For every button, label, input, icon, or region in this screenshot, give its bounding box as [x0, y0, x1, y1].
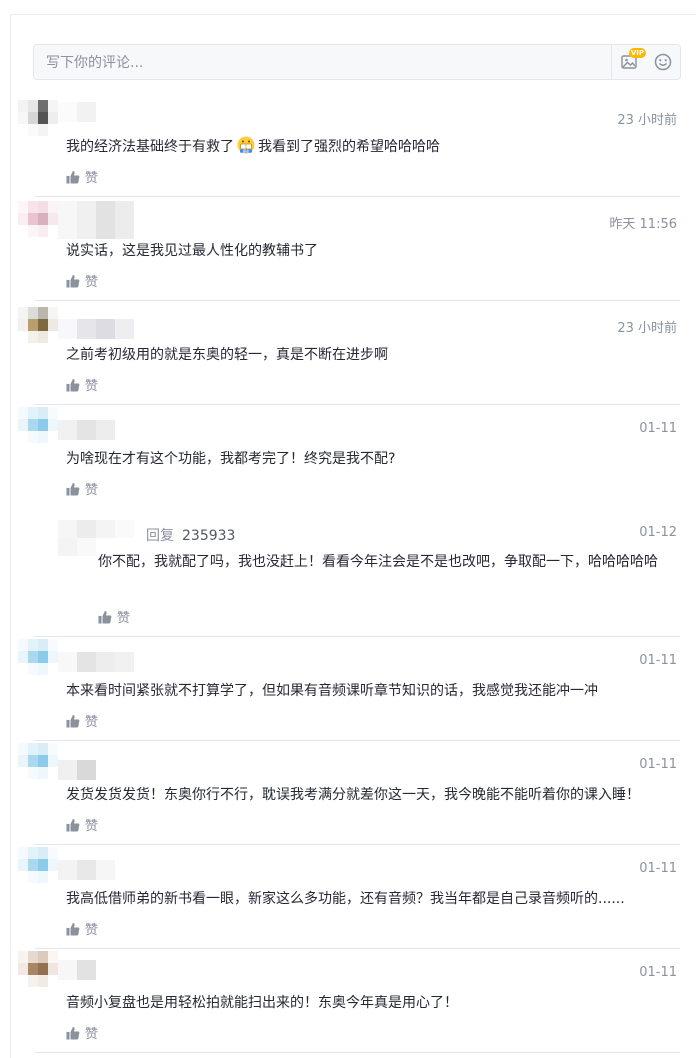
- username[interactable]: [58, 960, 96, 980]
- avatar[interactable]: [18, 307, 58, 343]
- like-button[interactable]: 赞: [66, 815, 98, 834]
- like-label: 赞: [85, 379, 99, 394]
- reply-to-label: 回复 235933: [146, 528, 236, 544]
- divider: [35, 404, 680, 405]
- username[interactable]: [58, 420, 115, 440]
- like-label: 赞: [85, 715, 99, 730]
- comment-text: 为啥现在才有这个功能，我都考完了！终究是我不配?: [66, 451, 396, 467]
- avatar[interactable]: [18, 951, 58, 987]
- like-label: 赞: [85, 275, 99, 290]
- comment-text: 我的经济法基础终于有救了 要命 我看到了强烈的希望哈哈哈哈: [66, 136, 440, 158]
- comment-input[interactable]: 写下你的评论... VIP: [33, 44, 681, 80]
- reply-avatar-lower: [58, 538, 96, 556]
- vip-badge: VIP: [628, 48, 646, 58]
- comment-time: 01-11: [639, 965, 677, 980]
- username[interactable]: [58, 652, 134, 672]
- svg-text:要命: 要命: [243, 148, 250, 153]
- like-label: 赞: [85, 1027, 99, 1042]
- like-label: 赞: [85, 483, 99, 498]
- like-button[interactable]: 赞: [66, 1023, 98, 1042]
- comment-text: 之前考初级用的就是东奥的轻一，真是不断在进步啊: [66, 347, 388, 363]
- like-button[interactable]: 赞: [66, 271, 98, 290]
- divider: [35, 740, 680, 741]
- avatar[interactable]: [18, 407, 58, 443]
- comment-time: 23 小时前: [617, 321, 677, 336]
- like-button[interactable]: 赞: [66, 479, 98, 498]
- divider: [35, 1052, 680, 1053]
- comment-time: 01-11: [639, 861, 677, 876]
- thumbs-up-icon: [66, 714, 80, 727]
- thumbs-up-icon: [66, 1026, 80, 1039]
- smile-icon[interactable]: [654, 53, 672, 71]
- comment-text: 我高低借师弟的新书看一眼，新家这么多功能，还有音频？我当年都是自己录音频听的..…: [66, 891, 625, 907]
- like-button[interactable]: 赞: [66, 375, 98, 394]
- avatar[interactable]: [18, 639, 58, 675]
- thumbs-up-icon: [66, 922, 80, 935]
- input-toolbar: VIP: [611, 45, 680, 79]
- like-button[interactable]: 赞: [66, 711, 98, 730]
- thumbs-up-icon: [66, 818, 80, 831]
- like-button[interactable]: 赞: [66, 167, 98, 186]
- thumbs-up-icon: [66, 378, 80, 391]
- comment-text: 本来看时间紧张就不打算学了，但如果有音频课听章节知识的话，我感觉我还能冲一冲: [66, 683, 598, 699]
- comment-time: 01-11: [639, 421, 677, 436]
- divider: [35, 196, 680, 197]
- comment-time: 01-11: [639, 653, 677, 668]
- reply-time: 01-12: [639, 525, 677, 540]
- comment-time: 昨天 11:56: [609, 217, 677, 232]
- username[interactable]: [58, 201, 134, 239]
- username[interactable]: [58, 860, 115, 880]
- comment-text: 说实话，这是我见过最人性化的教辅书了: [66, 243, 318, 259]
- divider: [35, 300, 680, 301]
- username[interactable]: [58, 102, 96, 122]
- like-button[interactable]: 赞: [66, 919, 98, 938]
- avatar[interactable]: [18, 201, 58, 237]
- like-label: 赞: [85, 819, 99, 834]
- like-button[interactable]: 赞: [98, 607, 130, 626]
- avatar[interactable]: [18, 100, 58, 136]
- reply-text: 你不配，我就配了吗，我也没赶上！看看今年注会是不是也改吧，争取配一下，哈哈哈哈哈: [98, 554, 658, 570]
- divider: [35, 636, 680, 637]
- comment-text: 发货发货发货！东奥你行不行，耽误我考满分就差你这一天，我今晚能不能听着你的课入睡…: [66, 787, 640, 803]
- like-label: 赞: [85, 923, 99, 938]
- thumbs-up-icon: [66, 482, 80, 495]
- grin-emoji: 要命: [237, 136, 255, 154]
- divider: [35, 844, 680, 845]
- like-label: 赞: [85, 171, 99, 186]
- comment-text: 音频小复盘也是用轻松拍就能扫出来的！东奥今年真是用心了！: [66, 995, 458, 1011]
- thumbs-up-icon: [66, 274, 80, 287]
- avatar[interactable]: [18, 847, 58, 883]
- username[interactable]: [58, 319, 134, 339]
- comment-time: 23 小时前: [617, 113, 677, 128]
- thumbs-up-icon: [66, 170, 80, 183]
- like-label: 赞: [117, 611, 131, 626]
- comment-time: 01-11: [639, 757, 677, 772]
- image-icon[interactable]: VIP: [620, 48, 646, 71]
- reply-target-user[interactable]: 235933: [182, 528, 235, 544]
- thumbs-up-icon: [98, 610, 112, 623]
- divider: [35, 948, 680, 949]
- username[interactable]: [58, 760, 96, 780]
- avatar[interactable]: [18, 743, 58, 779]
- comment-input-placeholder[interactable]: 写下你的评论...: [46, 45, 143, 81]
